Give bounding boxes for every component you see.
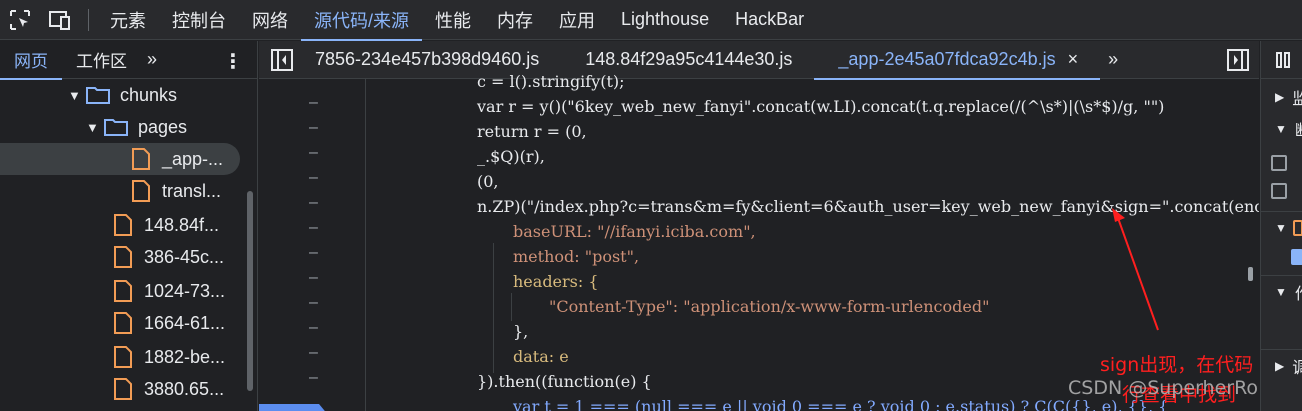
watermark: CSDN @SuperherRo [1068,377,1259,399]
annotation-text: sign出现，在代码 [1100,354,1254,376]
